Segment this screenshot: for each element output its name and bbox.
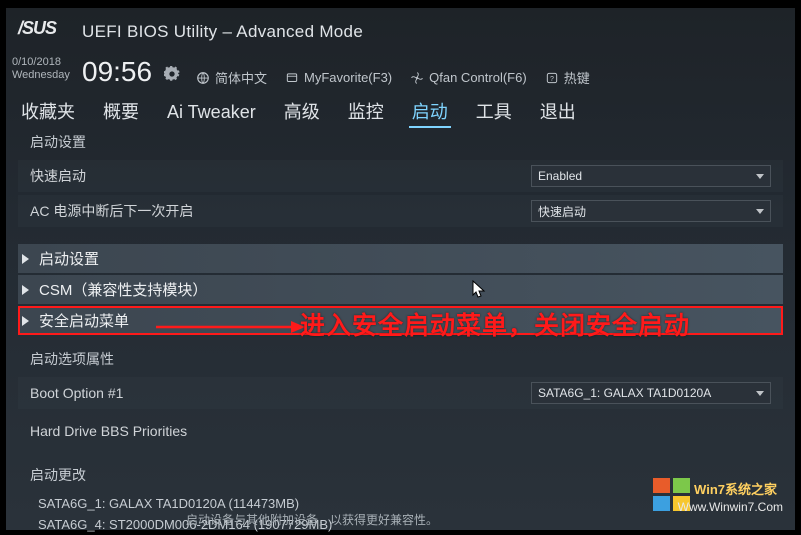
- watermark-brand: Win7系统之家: [694, 479, 777, 498]
- chevron-down-icon: [756, 174, 764, 179]
- triangle-right-icon: [22, 254, 29, 264]
- chevron-down-icon: [756, 209, 764, 214]
- acpower-value: 快速启动: [538, 203, 586, 220]
- submenu-label: 安全启动菜单: [39, 310, 129, 331]
- gear-icon[interactable]: [164, 66, 180, 82]
- fastboot-row: 快速启动 Enabled: [18, 160, 783, 192]
- main-menu: 收藏夹概要 Ai Tweaker 高级监控启动工具退出: [18, 96, 783, 128]
- globe-icon: [196, 71, 210, 85]
- menu-tab[interactable]: 退出: [537, 96, 579, 126]
- submenu-csm[interactable]: CSM（兼容性支持模块）: [18, 275, 783, 304]
- acpower-label: AC 电源中断后下一次开启: [30, 201, 531, 221]
- hdd-bbs-row[interactable]: Hard Drive BBS Priorities: [18, 418, 783, 444]
- fastboot-dropdown[interactable]: Enabled: [531, 165, 771, 187]
- menu-tab[interactable]: 收藏夹: [18, 96, 78, 126]
- chevron-down-icon: [756, 391, 764, 396]
- fastboot-value: Enabled: [538, 169, 582, 183]
- hotkey-button[interactable]: ? 热键: [545, 68, 590, 87]
- section-boot-option: 启动选项属性: [18, 347, 783, 377]
- submenu-label: 启动设置: [39, 248, 99, 269]
- date-text: 0/10/2018: [12, 56, 70, 69]
- date-block: 0/10/2018 Wednesday: [12, 56, 70, 82]
- section-boot-settings: 启动设置: [18, 130, 783, 160]
- menu-tab[interactable]: 概要: [100, 96, 142, 126]
- app-title: UEFI BIOS Utility – Advanced Mode: [82, 22, 363, 42]
- myfavorite-label: MyFavorite(F3): [304, 70, 392, 85]
- question-icon: ?: [545, 71, 559, 85]
- annotation-text: 进入安全启动菜单，关闭安全启动: [300, 306, 690, 342]
- submenu-boot-settings[interactable]: 启动设置: [18, 244, 783, 273]
- triangle-right-icon: [22, 285, 29, 295]
- language-label: 简体中文: [215, 68, 267, 87]
- myfavorite-button[interactable]: MyFavorite(F3): [285, 70, 392, 85]
- language-selector[interactable]: 简体中文: [196, 68, 267, 87]
- boot-option-dropdown[interactable]: SATA6G_1: GALAX TA1D0120A: [531, 382, 771, 404]
- weekday-text: Wednesday: [12, 69, 70, 82]
- triangle-right-icon: [22, 316, 29, 326]
- fastboot-label: 快速启动: [30, 166, 531, 186]
- acpower-row: AC 电源中断后下一次开启 快速启动: [18, 195, 783, 227]
- hdd-bbs-label: Hard Drive BBS Priorities: [30, 423, 771, 439]
- menu-tab[interactable]: 高级: [281, 96, 323, 126]
- boot-option-value: SATA6G_1: GALAX TA1D0120A: [538, 386, 711, 400]
- clock-time: 09:56: [82, 56, 152, 88]
- fan-icon: [410, 71, 424, 85]
- star-icon: [285, 71, 299, 85]
- acpower-dropdown[interactable]: 快速启动: [531, 200, 771, 222]
- hotkey-label: 热键: [564, 68, 590, 87]
- menu-tab[interactable]: 启动: [409, 96, 451, 128]
- menu-tab[interactable]: Ai Tweaker: [164, 100, 259, 125]
- watermark-url: Www.Winwin7.Com: [678, 500, 783, 514]
- menu-tab[interactable]: 监控: [345, 96, 387, 126]
- qfan-label: Qfan Control(F6): [429, 70, 527, 85]
- footer-hint: 启动设备与其他附加设备，以获得更好兼容性。: [186, 511, 438, 528]
- vendor-logo: /SUS: [18, 18, 56, 39]
- submenu-label: CSM（兼容性支持模块）: [39, 279, 207, 300]
- svg-text:?: ?: [550, 75, 554, 82]
- qfan-button[interactable]: Qfan Control(F6): [410, 70, 527, 85]
- boot-option-row: Boot Option #1 SATA6G_1: GALAX TA1D0120A: [18, 377, 783, 409]
- boot-option-label: Boot Option #1: [30, 385, 531, 401]
- menu-tab[interactable]: 工具: [473, 96, 515, 126]
